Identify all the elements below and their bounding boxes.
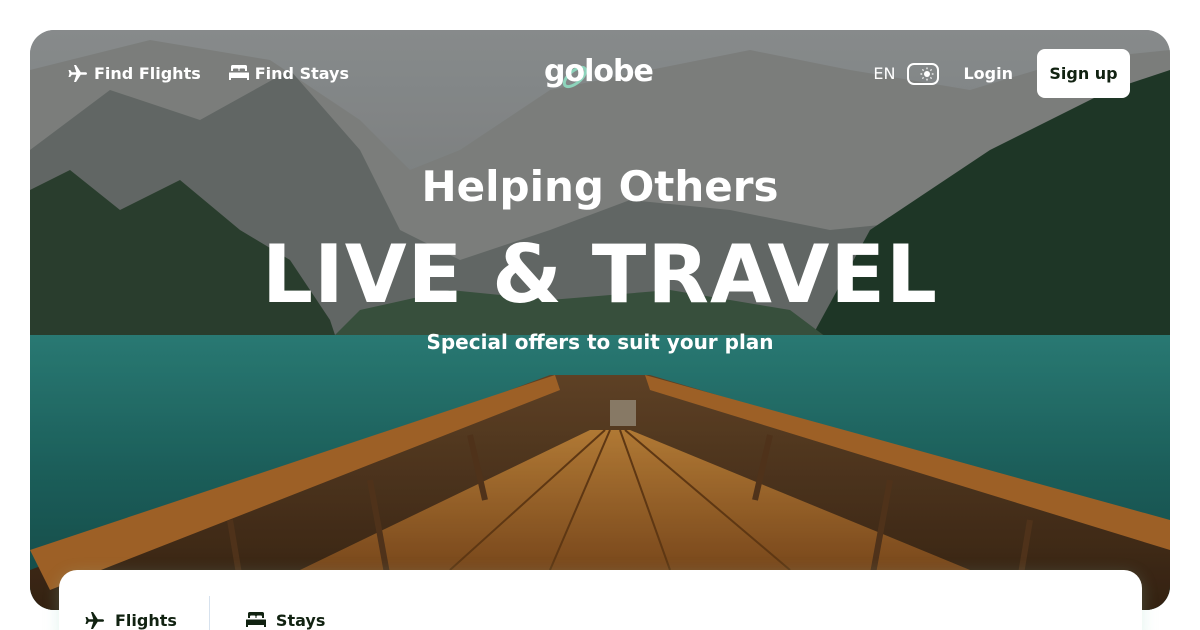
tab-divider (208, 596, 210, 630)
logo-text: golobe (544, 54, 654, 89)
airplane-icon (68, 65, 87, 82)
search-tabs: Flights Stays (83, 596, 325, 630)
primary-nav: Find Flights Find Stays (66, 61, 349, 85)
sun-icon (920, 67, 934, 80)
bed-icon (228, 65, 249, 80)
hero-title: LIVE & TRAVEL (262, 228, 938, 321)
find-flights-label: Find Flights (94, 63, 201, 83)
language-selector[interactable]: EN (873, 64, 895, 83)
tab-stays-label: Stays (275, 610, 326, 630)
login-link[interactable]: Login (963, 64, 1013, 83)
search-card: Flights Stays (59, 570, 1142, 630)
account-nav: EN Login Sign up (873, 49, 1130, 98)
bed-icon (245, 612, 266, 627)
airplane-icon (85, 612, 104, 629)
theme-toggle[interactable] (907, 62, 940, 85)
tab-stays[interactable]: Stays (244, 608, 325, 630)
find-flights-link[interactable]: Find Flights (66, 61, 201, 85)
hero-subtitle: Helping Others (421, 162, 779, 211)
tab-flights[interactable]: Flights (83, 608, 177, 630)
signup-button[interactable]: Sign up (1037, 49, 1130, 98)
hero-tagline: Special offers to suit your plan (426, 330, 774, 354)
hero-banner: Find Flights Find Stays golobe EN Login … (30, 30, 1170, 610)
golobe-logo[interactable]: golobe (544, 52, 656, 96)
find-stays-link[interactable]: Find Stays (227, 61, 349, 85)
tab-flights-label: Flights (115, 610, 177, 630)
find-stays-label: Find Stays (254, 63, 350, 83)
